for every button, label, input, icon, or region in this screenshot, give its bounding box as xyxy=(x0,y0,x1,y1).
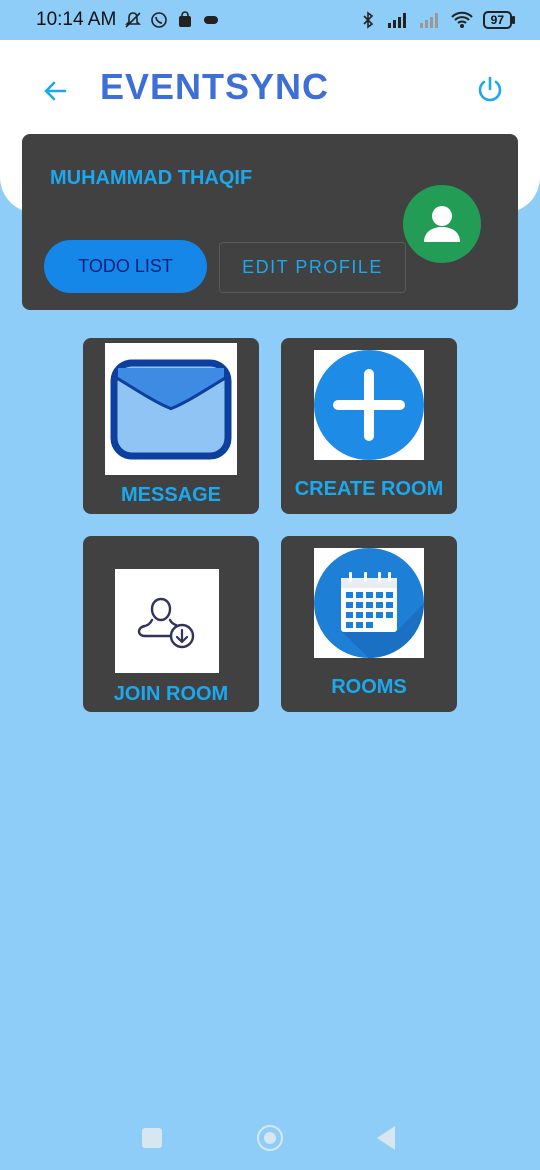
create-room-label: CREATE ROOM xyxy=(294,478,444,500)
power-icon[interactable] xyxy=(474,74,506,106)
todo-list-button[interactable]: TODO LIST xyxy=(44,240,207,293)
rooms-image xyxy=(314,548,424,658)
shopping-bag-icon xyxy=(179,11,192,27)
calendar-icon xyxy=(314,548,424,658)
back-arrow-icon[interactable] xyxy=(40,76,70,106)
battery-indicator: 97 xyxy=(482,11,516,29)
user-name: MUHAMMAD THAQIF xyxy=(50,167,253,189)
status-time: 10:14 AM xyxy=(36,9,117,30)
status-right: 97 xyxy=(359,11,516,29)
recent-apps-button[interactable] xyxy=(142,1128,162,1148)
person-icon xyxy=(424,206,460,242)
join-room-tile[interactable]: JOIN ROOM xyxy=(83,536,259,712)
join-room-label: JOIN ROOM xyxy=(113,683,229,705)
message-tile[interactable]: MESSAGE xyxy=(83,338,259,514)
wifi-icon xyxy=(450,11,473,28)
status-left: 10:14 AM xyxy=(36,9,220,31)
bluetooth-icon xyxy=(363,11,373,29)
envelope-icon xyxy=(110,359,232,460)
create-room-image xyxy=(314,350,424,460)
rooms-tile[interactable]: ROOMS xyxy=(281,536,457,712)
navigation-bar xyxy=(0,1105,540,1170)
home-button[interactable] xyxy=(257,1125,283,1151)
muted-bell-icon xyxy=(125,12,142,28)
create-room-tile[interactable]: CREATE ROOM xyxy=(281,338,457,514)
rooms-label: ROOMS xyxy=(331,676,407,698)
gamepad-icon xyxy=(204,16,219,24)
back-button[interactable] xyxy=(377,1126,395,1150)
app-title: EVENTSYNC xyxy=(100,66,330,107)
status-bar: 10:14 AM 97 xyxy=(0,0,540,40)
join-room-image xyxy=(115,569,219,673)
plus-circle-icon xyxy=(314,350,424,460)
profile-card: MUHAMMAD THAQIF TODO LIST EDIT PROFILE xyxy=(22,134,518,310)
signal-icon xyxy=(387,13,406,28)
whatsapp-icon xyxy=(151,12,168,28)
edit-profile-button[interactable]: EDIT PROFILE xyxy=(219,242,406,293)
user-download-icon xyxy=(137,597,195,649)
avatar[interactable] xyxy=(403,185,481,263)
signal-2-icon xyxy=(419,13,438,28)
message-image xyxy=(105,343,237,475)
message-label: MESSAGE xyxy=(120,484,222,506)
